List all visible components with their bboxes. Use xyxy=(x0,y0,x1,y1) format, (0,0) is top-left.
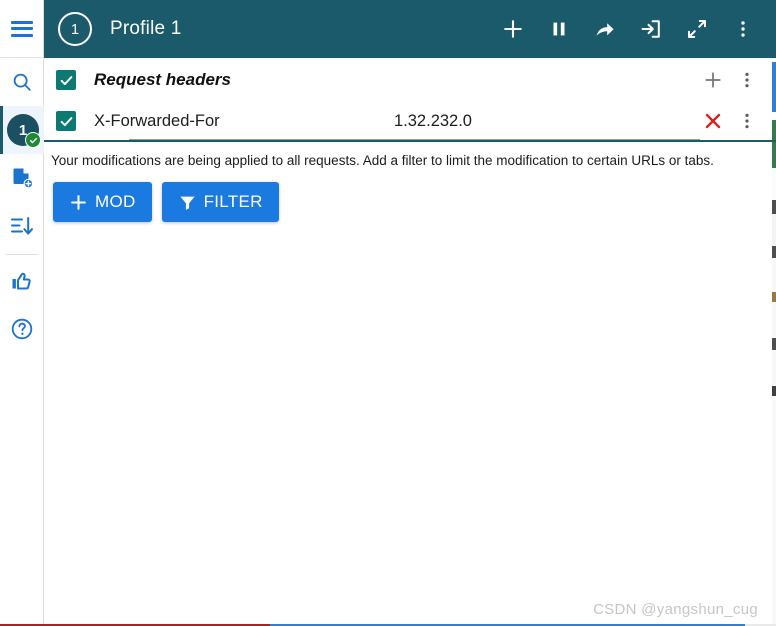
check-icon xyxy=(60,116,72,126)
sidebar-item-rate[interactable] xyxy=(0,257,44,305)
request-headers-checkbox[interactable] xyxy=(56,70,76,90)
table-row: X-Forwarded-For 1.32.232.0 xyxy=(44,102,776,140)
section-title: Request headers xyxy=(94,70,231,89)
more-vertical-icon xyxy=(745,113,749,129)
section-more-button[interactable] xyxy=(730,63,764,97)
content-area: Request headers X-Forwarded-For 1.32.232… xyxy=(44,58,776,626)
main-pane: 1 Profile 1 Request headers X-Forwarded-… xyxy=(44,0,776,626)
plus-icon xyxy=(71,194,86,210)
title-bar: 1 Profile 1 xyxy=(44,0,776,58)
share-button[interactable] xyxy=(582,6,628,52)
row-underline xyxy=(129,139,700,140)
expand-diagonal-icon xyxy=(688,20,706,38)
sort-descending-icon xyxy=(10,217,33,235)
sidebar-item-search[interactable] xyxy=(0,58,44,106)
modification-note: Your modifications are being applied to … xyxy=(51,153,714,168)
active-check-icon xyxy=(25,132,41,148)
profile-number-badge: 1 xyxy=(58,12,92,46)
close-x-icon xyxy=(705,113,721,129)
add-profile-button[interactable] xyxy=(490,6,536,52)
thumbs-up-icon xyxy=(12,272,31,290)
action-buttons: MOD FILTER xyxy=(44,170,776,223)
plus-icon xyxy=(705,72,721,88)
rail-divider xyxy=(5,254,38,255)
more-options-button[interactable] xyxy=(720,6,766,52)
sidebar-item-help[interactable] xyxy=(0,305,44,353)
pause-button[interactable] xyxy=(536,6,582,52)
header-more-button[interactable] xyxy=(730,104,764,138)
more-vertical-icon xyxy=(745,72,749,88)
page-title: Profile 1 xyxy=(110,18,182,39)
document-plus-icon xyxy=(13,168,33,189)
delete-header-button[interactable] xyxy=(696,104,730,138)
sidebar-item-new-profile[interactable] xyxy=(0,154,44,202)
left-rail: 1 xyxy=(0,0,44,626)
request-headers-section-header: Request headers xyxy=(44,58,776,102)
plus-icon xyxy=(504,20,522,38)
add-mod-button[interactable]: MOD xyxy=(53,182,152,223)
import-button[interactable] xyxy=(628,6,674,52)
search-icon xyxy=(13,73,31,91)
import-login-icon xyxy=(641,20,660,38)
header-enabled-checkbox[interactable] xyxy=(56,111,76,131)
add-filter-label: FILTER xyxy=(203,192,263,212)
sidebar-item-sort[interactable] xyxy=(0,202,44,250)
check-icon xyxy=(60,75,72,85)
header-name-input[interactable]: X-Forwarded-For xyxy=(94,112,394,131)
hamburger-icon xyxy=(10,20,33,37)
extension-popup: 1 1 Profile 1 Request headers X-Forwarde… xyxy=(0,0,776,626)
pause-icon xyxy=(553,22,565,36)
sidebar-item-profile-1[interactable]: 1 xyxy=(0,106,44,154)
empty-space xyxy=(44,222,776,626)
add-header-button[interactable] xyxy=(696,63,730,97)
menu-button[interactable] xyxy=(0,0,43,58)
expand-button[interactable] xyxy=(674,6,720,52)
share-arrow-icon xyxy=(596,23,614,36)
add-mod-label: MOD xyxy=(95,192,136,212)
header-value-input[interactable]: 1.32.232.0 xyxy=(394,112,696,131)
more-vertical-icon xyxy=(741,21,745,37)
question-circle-icon xyxy=(11,318,32,340)
funnel-filter-icon xyxy=(179,196,195,210)
profile-badge-icon: 1 xyxy=(7,114,41,148)
add-filter-button[interactable]: FILTER xyxy=(161,182,279,223)
watermark: CSDN @yangshun_cug xyxy=(593,601,758,618)
